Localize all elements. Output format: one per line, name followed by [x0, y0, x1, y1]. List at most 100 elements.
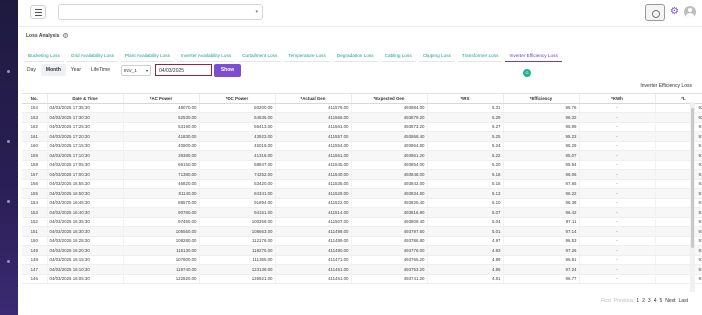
table-cell: 04/03/2025 16:30:30: [47, 226, 124, 237]
table-row[interactable]: 146 04/03/2025 16:05:30 122820.00 126921.00…: [22, 274, 702, 284]
table-cell: 493873.20: [351, 122, 428, 132]
table-cell: 96.42: [503, 207, 580, 218]
inverter-select[interactable]: INV_1 ▾: [121, 64, 152, 76]
table-cell: 66150.00: [123, 160, 200, 170]
table-row[interactable]: 154 04/03/2025 16:45:30 88570.00 91894.00 41…: [22, 198, 702, 208]
tab-temperature-loss[interactable]: Temperature Loss: [284, 51, 330, 62]
table-cell: 163: [22, 112, 48, 123]
table-row[interactable]: 159 04/03/2025 17:10:30 39380.00 41318.00 41…: [22, 150, 702, 161]
column-header[interactable]: *KWh: [579, 94, 656, 104]
column-header[interactable]: *Expected Gen: [351, 94, 428, 104]
table-row[interactable]: 150 04/03/2025 16:25:30 108280.00 112176.00…: [22, 236, 702, 246]
section-title: Loss Analysis ?: [26, 33, 68, 39]
table-row[interactable]: 148 04/03/2025 16:15:30 107800.00 111355.00…: [22, 255, 702, 265]
table-row[interactable]: 152 04/03/2025 16:35:30 97460.00 100358.00 4…: [22, 217, 702, 227]
sidebar-dot[interactable]: [7, 260, 10, 263]
tab-cabling-loss[interactable]: Cabling Loss: [380, 51, 416, 62]
column-header[interactable]: *IRS: [427, 94, 504, 104]
tab-curtailment-loss[interactable]: Curtailment Loss: [238, 51, 282, 62]
g-badge[interactable]: G: [523, 69, 531, 77]
table-header-row: No. Date & Time *AC Power *DC Power *Act…: [22, 94, 702, 104]
table-cell: 411461.00: [275, 264, 352, 275]
table-cell: 96.22: [503, 188, 580, 199]
table-cell: 53420.00: [199, 179, 276, 189]
table-row[interactable]: 158 04/03/2025 17:05:30 66150.00 68947.00 41…: [22, 160, 702, 170]
column-header[interactable]: *Actual Gen: [275, 94, 352, 104]
table-cell: 493741.20: [351, 274, 428, 284]
date-input[interactable]: 04/03/2025: [155, 64, 213, 76]
tab-grid-availability-loss[interactable]: Grid Availability Loss: [66, 51, 118, 62]
tab-bucketing-loss[interactable]: Bucketing Loss: [24, 51, 64, 62]
table-cell: 493826.40: [351, 198, 428, 208]
scrollbar-thumb[interactable]: [691, 108, 694, 248]
table-cell: 164: [22, 103, 48, 113]
period-day-button[interactable]: Day: [22, 64, 41, 76]
period-year-button[interactable]: Year: [66, 64, 86, 76]
page-button[interactable]: 4: [654, 298, 657, 304]
gear-icon[interactable]: ⚙: [670, 7, 679, 17]
show-button[interactable]: Show: [214, 63, 242, 77]
table-row[interactable]: 157 04/03/2025 17:00:30 71380.00 74252.00 41…: [22, 169, 702, 180]
page-button[interactable]: 2: [642, 298, 645, 304]
plant-select[interactable]: ▾: [58, 4, 263, 20]
user-avatar-icon[interactable]: [684, 6, 696, 18]
period-month-button[interactable]: Month: [40, 64, 66, 76]
table-row[interactable]: 153 04/03/2025 16:40:30 90780.00 94151.00 41…: [22, 207, 702, 218]
vertical-scrollbar[interactable]: [690, 102, 695, 292]
table-cell: 157: [22, 169, 48, 180]
table-cell: 71380.00: [123, 169, 200, 180]
table-row[interactable]: 163 04/03/2025 17:30:30 52530.00 54535.00 41…: [22, 112, 702, 123]
first-page-button[interactable]: First: [601, 298, 611, 304]
table-cell: 147: [22, 264, 48, 275]
table-cell: 04/03/2025 16:50:30: [47, 188, 124, 199]
column-header[interactable]: *Efficiency: [503, 94, 580, 104]
table-cell: 5.31: [427, 103, 504, 113]
table-cell: 411480.00: [275, 245, 352, 256]
sidebar-dot[interactable]: [7, 140, 10, 143]
table-cell: -: [579, 150, 656, 161]
help-icon[interactable]: ?: [62, 33, 68, 38]
page-button[interactable]: 1: [636, 298, 639, 304]
tab-degradation-loss[interactable]: Degradation Loss: [332, 51, 378, 62]
sidebar-dot[interactable]: [7, 200, 10, 203]
table-cell: 96.53: [503, 236, 580, 246]
column-header[interactable]: No.: [22, 94, 48, 104]
table-cell: 146: [22, 274, 48, 284]
page-button[interactable]: 3: [648, 298, 651, 304]
table-cell: 160: [22, 141, 48, 151]
table-cell: 111355.00: [199, 255, 276, 265]
previous-page-button[interactable]: Previous: [614, 298, 633, 304]
column-header[interactable]: *AC Power: [123, 94, 200, 104]
page-button[interactable]: 5: [659, 298, 662, 304]
sidebar-dot[interactable]: [7, 70, 10, 73]
table-row[interactable]: 156 04/03/2025 16:55:30 46820.00 53420.00 41…: [22, 179, 702, 189]
table-cell: 04/03/2025 16:15:30: [47, 255, 124, 265]
table-cell: 118275.00: [199, 245, 276, 256]
period-lifetime-button[interactable]: LifeTime: [86, 64, 115, 76]
table-cell: 154: [22, 198, 48, 208]
table-row[interactable]: 149 04/03/2025 16:20:30 115130.00 118275.00…: [22, 245, 702, 256]
tab-transformer-loss[interactable]: Transformer Loss: [457, 51, 503, 62]
table-row[interactable]: 161 04/03/2025 17:20:30 41830.00 43923.00 41…: [22, 131, 702, 142]
column-header[interactable]: *DC Power: [199, 94, 276, 104]
tab-clipping-loss[interactable]: Clipping Loss: [418, 51, 455, 62]
table-row[interactable]: 164 04/03/2025 17:35:30 48070.00 50200.00 41…: [22, 103, 702, 113]
table-cell: 5.10: [427, 198, 504, 208]
table-cell: 123138.00: [199, 264, 276, 275]
table-row[interactable]: 160 04/03/2025 17:15:30 40900.00 45019.00 41…: [22, 141, 702, 151]
last-page-button[interactable]: Last: [679, 298, 688, 304]
table-row[interactable]: 162 04/03/2025 17:25:30 53190.00 55413.00 41…: [22, 122, 702, 132]
column-header[interactable]: Date & Time: [47, 94, 124, 104]
table-row[interactable]: 151 04/03/2025 16:30:30 105550.00 108663.00…: [22, 226, 702, 237]
table-cell: 90780.00: [123, 207, 200, 218]
tab-plant-availability-loss[interactable]: Plant Availability Loss: [120, 51, 174, 62]
camera-icon[interactable]: [645, 3, 666, 21]
table-row[interactable]: 155 04/03/2025 16:50:30 81140.00 84341.00 41…: [22, 188, 702, 199]
table-cell: 97.14: [503, 226, 580, 237]
menu-button[interactable]: [30, 5, 46, 19]
next-page-button[interactable]: Next: [665, 298, 675, 304]
tab-inverter-availability-loss[interactable]: Inverter Availability Loss: [176, 51, 236, 62]
tab-inverter-efficiency-loss[interactable]: Inverter Efficiency Loss: [505, 51, 562, 62]
table-cell: 04/03/2025 16:10:30: [47, 264, 124, 275]
table-row[interactable]: 147 04/03/2025 16:10:30 119740.00 123138.00…: [22, 264, 702, 275]
